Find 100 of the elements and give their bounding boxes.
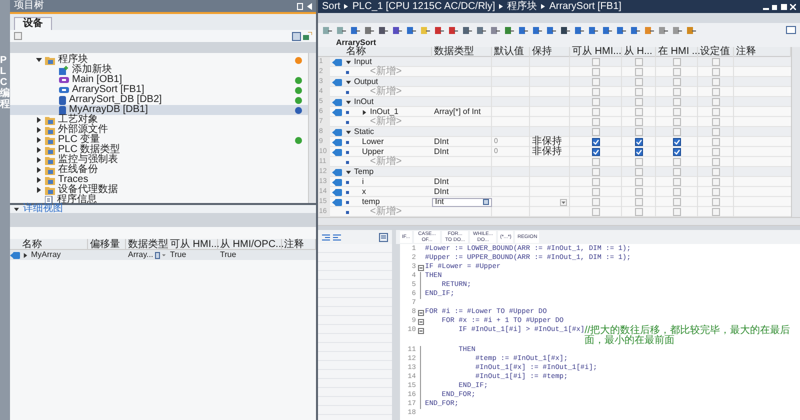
checkbox[interactable] <box>672 68 680 76</box>
toolbar-icon[interactable] <box>518 26 528 35</box>
checkbox[interactable] <box>672 178 680 186</box>
tree-item[interactable]: PLC 变量 <box>10 135 308 145</box>
collapsed-arrow-icon[interactable] <box>36 117 42 123</box>
checkbox[interactable] <box>672 138 680 146</box>
checkbox[interactable] <box>712 118 720 126</box>
breadcrumb-item[interactable]: ArrarySort [FB1] <box>549 2 622 12</box>
toolbar-icon[interactable] <box>532 26 542 35</box>
checkbox[interactable] <box>634 178 642 186</box>
checkbox[interactable] <box>634 118 642 126</box>
list-view-icon[interactable] <box>292 32 301 40</box>
list-icon[interactable] <box>379 232 388 242</box>
checkbox[interactable] <box>672 148 680 156</box>
toolbar-icon[interactable] <box>434 26 444 35</box>
expanded-arrow-icon[interactable] <box>346 130 351 134</box>
toolbar-icon[interactable] <box>448 26 458 35</box>
tree-item[interactable]: Main [OB1] <box>10 75 308 85</box>
toolbar-icon[interactable] <box>588 26 598 35</box>
tree-item[interactable]: 监控与强制表 <box>10 155 308 165</box>
checkbox[interactable] <box>592 178 600 186</box>
checkbox[interactable] <box>672 198 680 206</box>
detail-view-header[interactable]: 详细视图 <box>10 203 316 213</box>
checkbox[interactable] <box>592 128 600 136</box>
checkbox[interactable] <box>634 68 642 76</box>
toolbar-icon[interactable] <box>406 26 416 35</box>
checkbox[interactable] <box>712 198 720 206</box>
expanded-arrow-icon[interactable] <box>346 80 351 84</box>
tree-item[interactable]: 程序块 <box>10 55 308 65</box>
pin-icon[interactable] <box>297 2 303 10</box>
checkbox[interactable] <box>634 78 642 86</box>
network-icon[interactable] <box>303 32 312 40</box>
dropdown-icon[interactable] <box>560 198 567 206</box>
collapsed-arrow-icon[interactable] <box>36 187 42 193</box>
toolbar-icon[interactable] <box>420 26 430 35</box>
checkbox[interactable] <box>634 98 642 106</box>
checkbox[interactable] <box>712 58 720 66</box>
collapsed-arrow-icon[interactable] <box>362 110 367 114</box>
collapsed-arrow-icon[interactable] <box>23 252 28 258</box>
checkbox[interactable] <box>712 188 720 196</box>
tree-item[interactable]: 添加新块 <box>10 65 308 75</box>
toolbar-icon[interactable] <box>546 26 556 35</box>
toolbar-icon[interactable] <box>786 26 796 35</box>
tree-item[interactable]: 外部源文件 <box>10 125 308 135</box>
checkbox[interactable] <box>634 148 642 156</box>
indent-icon[interactable] <box>322 234 330 240</box>
checkbox[interactable] <box>712 78 720 86</box>
maximize-icon[interactable] <box>781 4 787 10</box>
fold-icon[interactable] <box>418 310 424 316</box>
checkbox[interactable] <box>672 58 680 66</box>
grid-icon[interactable] <box>14 32 22 40</box>
toolbar-icon[interactable] <box>686 26 696 35</box>
browse-button[interactable] <box>483 199 489 205</box>
toolbar-icon[interactable] <box>560 26 570 35</box>
checkbox[interactable] <box>634 158 642 166</box>
toolbar-icon[interactable] <box>602 26 612 35</box>
checkbox[interactable] <box>712 148 720 156</box>
tree-item[interactable]: PLC 数据类型 <box>10 145 308 155</box>
checkbox[interactable] <box>592 198 600 206</box>
fold-icon[interactable] <box>418 328 424 334</box>
checkbox[interactable] <box>672 158 680 166</box>
checkbox[interactable] <box>712 168 720 176</box>
checkbox[interactable] <box>592 68 600 76</box>
checkbox[interactable] <box>712 158 720 166</box>
checkbox[interactable] <box>592 88 600 96</box>
toolbar-icon[interactable] <box>364 26 374 35</box>
toolbar-icon[interactable] <box>630 26 640 35</box>
collapsed-arrow-icon[interactable] <box>36 127 42 133</box>
checkbox[interactable] <box>672 188 680 196</box>
breadcrumb-item[interactable]: PLC_1 [CPU 1215C AC/DC/Rly] <box>352 2 496 12</box>
checkbox[interactable] <box>634 88 642 96</box>
outdent-icon[interactable] <box>333 234 341 240</box>
scrollbar[interactable] <box>308 53 316 203</box>
checkbox[interactable] <box>672 118 680 126</box>
toolbar-icon[interactable] <box>322 26 332 35</box>
tree-item[interactable]: MyArrayDB [DB1] <box>10 105 308 115</box>
toolbar-icon[interactable] <box>490 26 500 35</box>
checkbox[interactable] <box>672 78 680 86</box>
toolbar-icon[interactable] <box>392 26 402 35</box>
tree-item[interactable]: 设备代理数据 <box>10 185 308 195</box>
close-icon[interactable] <box>790 4 796 10</box>
breadcrumb-item[interactable]: Sort <box>322 2 340 12</box>
scrollbar[interactable] <box>791 47 800 217</box>
checkbox[interactable] <box>712 108 720 116</box>
breadcrumb-item[interactable]: 程序块 <box>507 2 538 12</box>
collapse-icon[interactable] <box>307 2 312 10</box>
fold-icon[interactable] <box>418 318 424 324</box>
collapsed-arrow-icon[interactable] <box>36 157 42 163</box>
checkbox[interactable] <box>592 188 600 196</box>
checkbox[interactable] <box>672 88 680 96</box>
checkbox[interactable] <box>712 98 720 106</box>
horizontal-scrollbar[interactable] <box>318 217 800 226</box>
checkbox[interactable] <box>672 208 680 216</box>
tree-item[interactable]: Traces <box>10 175 308 185</box>
toolbar-icon[interactable] <box>504 26 514 35</box>
tree-item[interactable]: 在线备份 <box>10 165 308 175</box>
expanded-arrow-icon[interactable] <box>346 170 351 174</box>
expanded-arrow-icon[interactable] <box>346 100 351 104</box>
tab[interactable]: 设备 <box>14 17 52 30</box>
checkbox[interactable] <box>634 138 642 146</box>
